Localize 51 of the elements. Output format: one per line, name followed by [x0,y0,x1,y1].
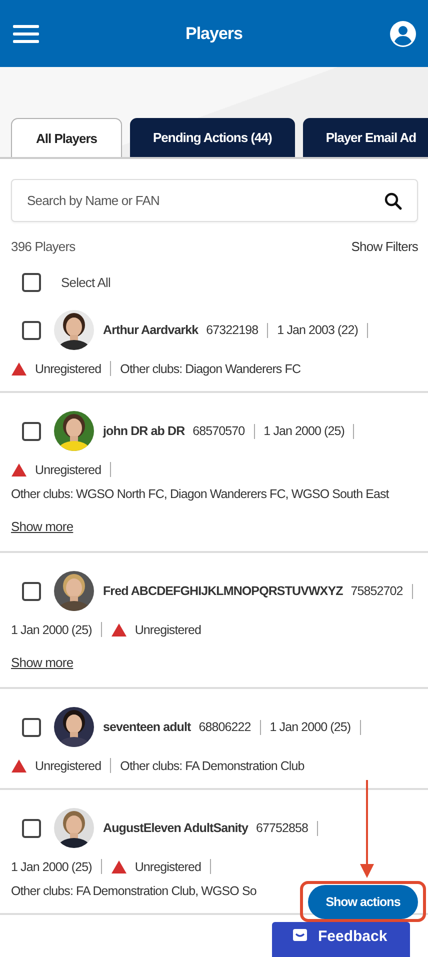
checkbox[interactable] [22,422,41,440]
checkbox[interactable] [22,320,41,340]
birth-date: 1 Jan 2000 (25) [264,424,344,438]
birth-date: 1 Jan 2000 (25) [11,622,92,636]
tab[interactable]: Pending Actions (44) [130,118,295,157]
checkbox[interactable] [22,582,41,600]
warning-icon [11,362,27,376]
show-actions-button[interactable]: Show actions [308,885,418,919]
player-name[interactable]: Fred ABCDEFGHIJKLMNOPQRSTUVWXYZ [103,584,343,598]
status-label: Unregistered [35,362,102,376]
status-label: Unregistered [134,860,201,874]
checkbox[interactable] [22,818,41,838]
status-label: Unregistered [134,622,201,636]
other-clubs: Other clubs: FA Demonstration Club [120,758,304,772]
player-id: 75852702 [350,584,403,598]
warning-icon [11,758,27,772]
account-icon[interactable] [389,20,417,48]
player-id: 68570570 [192,424,245,438]
player-count: 396 Players [11,239,76,254]
show-more-link[interactable]: Show more [11,519,74,534]
page-title: Players [186,24,242,44]
other-clubs: Other clubs: Diagon Wanderers FC [120,362,301,376]
player-name[interactable]: AugustEleven AdultSanity [103,821,248,835]
birth-date: 1 Jan 2003 (22) [277,323,358,337]
player-id: 68806222 [198,720,251,734]
other-clubs: Other clubs: WGSO North FC, Diagon Wanderers FC, WGSO South East [11,487,389,501]
player-name[interactable]: seventeen adult [103,720,191,734]
feedback-tab[interactable]: Feedback [272,922,410,957]
search-icon[interactable] [384,192,402,210]
checkbox[interactable] [22,273,41,292]
status-label: Unregistered [35,758,102,772]
search-field[interactable]: Search by Name or FAN [11,179,418,222]
warning-icon [11,462,27,476]
show-filters-link[interactable]: Show Filters [351,239,418,254]
player-id: 67752858 [256,821,308,835]
menu-icon[interactable] [13,24,39,44]
select-all-label: Select All [61,275,110,290]
birth-date: 1 Jan 2000 (25) [11,860,92,874]
warning-icon [110,860,127,874]
checkbox[interactable] [22,718,41,736]
feedback-icon [292,928,308,944]
birth-date: 1 Jan 2000 (25) [270,720,351,734]
player-name[interactable]: Arthur Aardvarkk [103,323,198,337]
tab[interactable]: Player Email Ad [302,118,428,157]
other-clubs: Other clubs: FA Demonstration Club, WGSO So [11,884,256,898]
warning-icon [110,622,127,636]
player-name[interactable]: john DR ab DR [103,424,185,438]
tab[interactable]: All Players [11,118,122,157]
status-label: Unregistered [35,462,102,476]
player-id: 67322198 [206,323,258,337]
show-more-link[interactable]: Show more [11,655,74,670]
